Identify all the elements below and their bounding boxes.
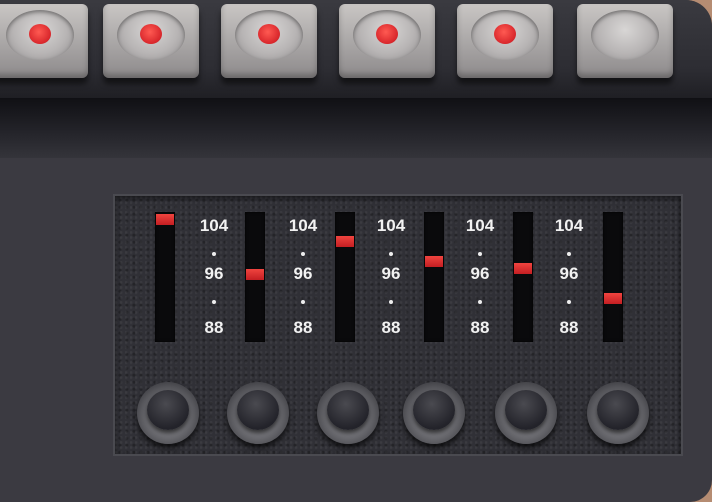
scale-label-96: 96 xyxy=(381,264,401,283)
tuning-slider-panel: 104 96 88 104 96 88 104 96 88 104 96 88 xyxy=(113,194,683,456)
scale-label-96: 96 xyxy=(470,264,490,283)
tuning-knob-1[interactable] xyxy=(137,382,199,444)
indicator-lamp xyxy=(29,24,51,44)
slider-indicator[interactable] xyxy=(246,269,264,280)
scale-label-88: 88 xyxy=(293,318,313,337)
preset-button-6[interactable] xyxy=(577,4,673,78)
scale-label-88: 88 xyxy=(381,318,401,337)
tuning-knob-3[interactable] xyxy=(317,382,379,444)
scale-label-104: 104 xyxy=(288,216,318,235)
tuning-slider-3[interactable] xyxy=(335,212,355,342)
indicator-lamp xyxy=(258,24,280,44)
knob-icon xyxy=(505,390,547,430)
radio-tuner-panel: 104 96 88 104 96 88 104 96 88 104 96 88 xyxy=(0,0,712,502)
tuning-knob-5[interactable] xyxy=(495,382,557,444)
frequency-scale: 104 96 88 xyxy=(363,216,419,346)
preset-button-4[interactable] xyxy=(339,4,435,78)
tuning-slider-1[interactable] xyxy=(155,212,175,342)
scale-label-104: 104 xyxy=(376,216,406,235)
scale-dot xyxy=(301,252,305,256)
frequency-scale: 104 96 88 xyxy=(541,216,597,346)
knob-icon xyxy=(147,390,189,430)
scale-label-104: 104 xyxy=(554,216,584,235)
preset-button-3[interactable] xyxy=(221,4,317,78)
scale-label-104: 104 xyxy=(465,216,495,235)
tuning-knob-2[interactable] xyxy=(227,382,289,444)
scale-dot xyxy=(212,300,216,304)
scale-dot xyxy=(212,252,216,256)
slider-indicator[interactable] xyxy=(425,256,443,267)
scale-dot xyxy=(389,252,393,256)
tuning-slider-4[interactable] xyxy=(424,212,444,342)
frequency-scale: 104 96 88 xyxy=(452,216,508,346)
scale-label-88: 88 xyxy=(204,318,224,337)
indicator-lamp xyxy=(494,24,516,44)
frequency-scale: 104 96 88 xyxy=(186,216,242,346)
preset-button-5[interactable] xyxy=(457,4,553,78)
frequency-scale: 104 96 88 xyxy=(275,216,331,346)
tuning-slider-6[interactable] xyxy=(603,212,623,342)
scale-dot xyxy=(478,300,482,304)
preset-button-1[interactable] xyxy=(0,4,88,78)
slider-indicator[interactable] xyxy=(156,214,174,225)
tuning-slider-5[interactable] xyxy=(513,212,533,342)
preset-button-strip xyxy=(0,0,712,98)
knob-icon xyxy=(237,390,279,430)
preset-button-2[interactable] xyxy=(103,4,199,78)
scale-dot xyxy=(567,300,571,304)
slider-indicator[interactable] xyxy=(336,236,354,247)
scale-label-96: 96 xyxy=(559,264,579,283)
scale-label-88: 88 xyxy=(559,318,579,337)
scale-dot xyxy=(389,300,393,304)
indicator-lamp xyxy=(376,24,398,44)
scale-label-96: 96 xyxy=(204,264,224,283)
tuning-slider-2[interactable] xyxy=(245,212,265,342)
scale-label-104: 104 xyxy=(199,216,229,235)
slider-indicator[interactable] xyxy=(514,263,532,274)
tuning-knob-6[interactable] xyxy=(587,382,649,444)
indicator-lamp xyxy=(140,24,162,44)
scale-label-96: 96 xyxy=(293,264,313,283)
scale-dot xyxy=(478,252,482,256)
slider-indicator[interactable] xyxy=(604,293,622,304)
knob-icon xyxy=(413,390,455,430)
scale-dot xyxy=(567,252,571,256)
tuning-knob-4[interactable] xyxy=(403,382,465,444)
panel-shelf xyxy=(0,98,712,158)
knob-icon xyxy=(327,390,369,430)
knob-icon xyxy=(597,390,639,430)
indicator-lamp xyxy=(614,24,636,44)
scale-label-88: 88 xyxy=(470,318,490,337)
scale-dot xyxy=(301,300,305,304)
